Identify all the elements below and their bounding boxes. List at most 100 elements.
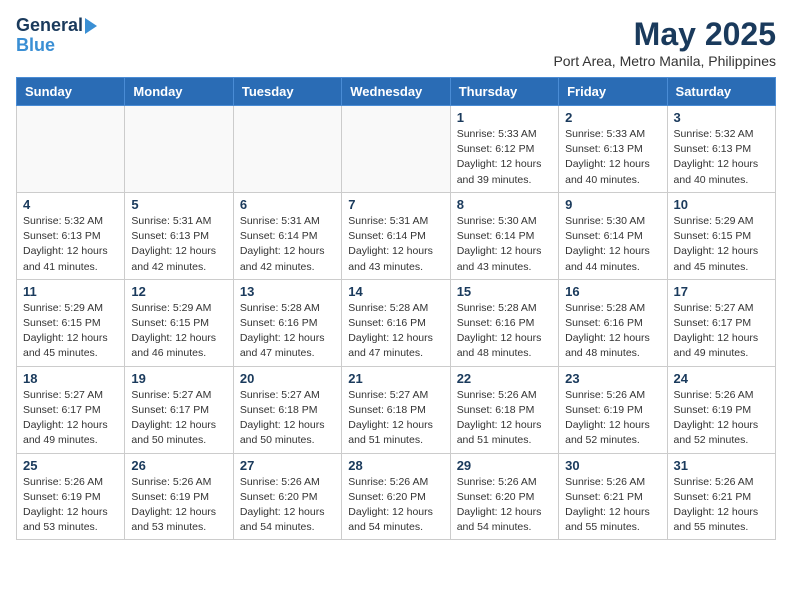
day-info: Sunrise: 5:29 AMSunset: 6:15 PMDaylight:…: [674, 214, 769, 275]
day-info: Sunrise: 5:27 AMSunset: 6:18 PMDaylight:…: [240, 388, 335, 449]
weekday-monday: Monday: [125, 78, 233, 106]
day-number: 9: [565, 197, 660, 212]
day-info: Sunrise: 5:26 AMSunset: 6:21 PMDaylight:…: [674, 475, 769, 536]
calendar-cell: 6 Sunrise: 5:31 AMSunset: 6:14 PMDaylight…: [233, 192, 341, 279]
calendar-cell: 17Sunrise: 5:27 AMSunset: 6:17 PMDayligh…: [667, 279, 775, 366]
day-info: Sunrise: 5:26 AMSunset: 6:19 PMDaylight:…: [565, 388, 660, 449]
calendar-cell: 27 Sunrise: 5:26 AMSunset: 6:20 PMDayligh…: [233, 453, 341, 540]
calendar-cell: 28 Sunrise: 5:26 AMSunset: 6:20 PMDayligh…: [342, 453, 450, 540]
day-number: 7: [348, 197, 443, 212]
weekday-sunday: Sunday: [17, 78, 125, 106]
day-number: 28: [348, 458, 443, 473]
day-number: 25: [23, 458, 118, 473]
day-info: Sunrise: 5:33 AMSunset: 6:12 PMDaylight:…: [457, 127, 552, 188]
calendar-cell: 14 Sunrise: 5:28 AMSunset: 6:16 PMDayligh…: [342, 279, 450, 366]
calendar-cell: 4 Sunrise: 5:32 AMSunset: 6:13 PMDaylight…: [17, 192, 125, 279]
calendar-cell: 13 Sunrise: 5:28 AMSunset: 6:16 PMDayligh…: [233, 279, 341, 366]
day-number: 1: [457, 110, 552, 125]
calendar-cell: 5 Sunrise: 5:31 AMSunset: 6:13 PMDaylight…: [125, 192, 233, 279]
calendar-cell: 1 Sunrise: 5:33 AMSunset: 6:12 PMDaylight…: [450, 106, 558, 193]
day-number: 6: [240, 197, 335, 212]
day-info: Sunrise: 5:26 AMSunset: 6:20 PMDaylight:…: [457, 475, 552, 536]
week-row-2: 4 Sunrise: 5:32 AMSunset: 6:13 PMDaylight…: [17, 192, 776, 279]
calendar-cell: 21 Sunrise: 5:27 AMSunset: 6:18 PMDayligh…: [342, 366, 450, 453]
day-number: 30: [565, 458, 660, 473]
day-number: 13: [240, 284, 335, 299]
calendar-cell: 10Sunrise: 5:29 AMSunset: 6:15 PMDayligh…: [667, 192, 775, 279]
weekday-tuesday: Tuesday: [233, 78, 341, 106]
calendar-cell: 15Sunrise: 5:28 AMSunset: 6:16 PMDayligh…: [450, 279, 558, 366]
day-info: Sunrise: 5:26 AMSunset: 6:19 PMDaylight:…: [23, 475, 118, 536]
day-number: 24: [674, 371, 769, 386]
day-info: Sunrise: 5:29 AMSunset: 6:15 PMDaylight:…: [23, 301, 118, 362]
logo-text: General: [16, 16, 83, 36]
calendar-cell: 29 Sunrise: 5:26 AMSunset: 6:20 PMDayligh…: [450, 453, 558, 540]
calendar-cell: [233, 106, 341, 193]
day-info: Sunrise: 5:28 AMSunset: 6:16 PMDaylight:…: [348, 301, 443, 362]
calendar-cell: 20 Sunrise: 5:27 AMSunset: 6:18 PMDayligh…: [233, 366, 341, 453]
day-number: 27: [240, 458, 335, 473]
day-number: 23: [565, 371, 660, 386]
calendar-cell: 23 Sunrise: 5:26 AMSunset: 6:19 PMDayligh…: [559, 366, 667, 453]
day-number: 5: [131, 197, 226, 212]
day-info: Sunrise: 5:28 AMSunset: 6:16 PMDaylight:…: [565, 301, 660, 362]
week-row-5: 25 Sunrise: 5:26 AMSunset: 6:19 PMDayligh…: [17, 453, 776, 540]
day-info: Sunrise: 5:31 AMSunset: 6:14 PMDaylight:…: [348, 214, 443, 275]
calendar-cell: 7 Sunrise: 5:31 AMSunset: 6:14 PMDaylight…: [342, 192, 450, 279]
day-number: 20: [240, 371, 335, 386]
day-info: Sunrise: 5:27 AMSunset: 6:17 PMDaylight:…: [674, 301, 769, 362]
day-info: Sunrise: 5:26 AMSunset: 6:19 PMDaylight:…: [674, 388, 769, 449]
weekday-friday: Friday: [559, 78, 667, 106]
day-info: Sunrise: 5:30 AMSunset: 6:14 PMDaylight:…: [457, 214, 552, 275]
day-info: Sunrise: 5:31 AMSunset: 6:13 PMDaylight:…: [131, 214, 226, 275]
day-number: 29: [457, 458, 552, 473]
day-number: 19: [131, 371, 226, 386]
week-row-4: 18 Sunrise: 5:27 AMSunset: 6:17 PMDayligh…: [17, 366, 776, 453]
calendar-cell: [342, 106, 450, 193]
day-info: Sunrise: 5:27 AMSunset: 6:17 PMDaylight:…: [131, 388, 226, 449]
day-info: Sunrise: 5:31 AMSunset: 6:14 PMDaylight:…: [240, 214, 335, 275]
day-info: Sunrise: 5:26 AMSunset: 6:20 PMDaylight:…: [348, 475, 443, 536]
weekday-wednesday: Wednesday: [342, 78, 450, 106]
day-info: Sunrise: 5:27 AMSunset: 6:17 PMDaylight:…: [23, 388, 118, 449]
month-year: May 2025: [553, 16, 776, 53]
day-number: 3: [674, 110, 769, 125]
day-number: 14: [348, 284, 443, 299]
day-info: Sunrise: 5:32 AMSunset: 6:13 PMDaylight:…: [23, 214, 118, 275]
calendar-cell: 24 Sunrise: 5:26 AMSunset: 6:19 PMDayligh…: [667, 366, 775, 453]
calendar-cell: 3Sunrise: 5:32 AMSunset: 6:13 PMDaylight…: [667, 106, 775, 193]
day-info: Sunrise: 5:26 AMSunset: 6:20 PMDaylight:…: [240, 475, 335, 536]
day-number: 21: [348, 371, 443, 386]
weekday-header-row: SundayMondayTuesdayWednesdayThursdayFrid…: [17, 78, 776, 106]
calendar-cell: 12 Sunrise: 5:29 AMSunset: 6:15 PMDayligh…: [125, 279, 233, 366]
day-number: 4: [23, 197, 118, 212]
week-row-3: 11Sunrise: 5:29 AMSunset: 6:15 PMDayligh…: [17, 279, 776, 366]
day-number: 22: [457, 371, 552, 386]
calendar-cell: 25 Sunrise: 5:26 AMSunset: 6:19 PMDayligh…: [17, 453, 125, 540]
weekday-saturday: Saturday: [667, 78, 775, 106]
day-info: Sunrise: 5:28 AMSunset: 6:16 PMDaylight:…: [240, 301, 335, 362]
calendar-cell: [125, 106, 233, 193]
day-info: Sunrise: 5:26 AMSunset: 6:18 PMDaylight:…: [457, 388, 552, 449]
day-number: 18: [23, 371, 118, 386]
calendar-cell: 22 Sunrise: 5:26 AMSunset: 6:18 PMDayligh…: [450, 366, 558, 453]
location: Port Area, Metro Manila, Philippines: [553, 53, 776, 69]
calendar-cell: 31Sunrise: 5:26 AMSunset: 6:21 PMDayligh…: [667, 453, 775, 540]
logo: General Blue: [16, 16, 97, 56]
day-number: 12: [131, 284, 226, 299]
calendar-cell: 30Sunrise: 5:26 AMSunset: 6:21 PMDayligh…: [559, 453, 667, 540]
calendar-cell: 8 Sunrise: 5:30 AMSunset: 6:14 PMDaylight…: [450, 192, 558, 279]
logo-blue: Blue: [16, 36, 55, 56]
page-header: General Blue May 2025 Port Area, Metro M…: [16, 16, 776, 69]
day-info: Sunrise: 5:33 AMSunset: 6:13 PMDaylight:…: [565, 127, 660, 188]
day-info: Sunrise: 5:29 AMSunset: 6:15 PMDaylight:…: [131, 301, 226, 362]
calendar-cell: [17, 106, 125, 193]
day-info: Sunrise: 5:27 AMSunset: 6:18 PMDaylight:…: [348, 388, 443, 449]
week-row-1: 1 Sunrise: 5:33 AMSunset: 6:12 PMDaylight…: [17, 106, 776, 193]
calendar-table: SundayMondayTuesdayWednesdayThursdayFrid…: [16, 77, 776, 540]
day-info: Sunrise: 5:28 AMSunset: 6:16 PMDaylight:…: [457, 301, 552, 362]
day-number: 8: [457, 197, 552, 212]
calendar-cell: 2Sunrise: 5:33 AMSunset: 6:13 PMDaylight…: [559, 106, 667, 193]
day-info: Sunrise: 5:30 AMSunset: 6:14 PMDaylight:…: [565, 214, 660, 275]
calendar-cell: 11Sunrise: 5:29 AMSunset: 6:15 PMDayligh…: [17, 279, 125, 366]
